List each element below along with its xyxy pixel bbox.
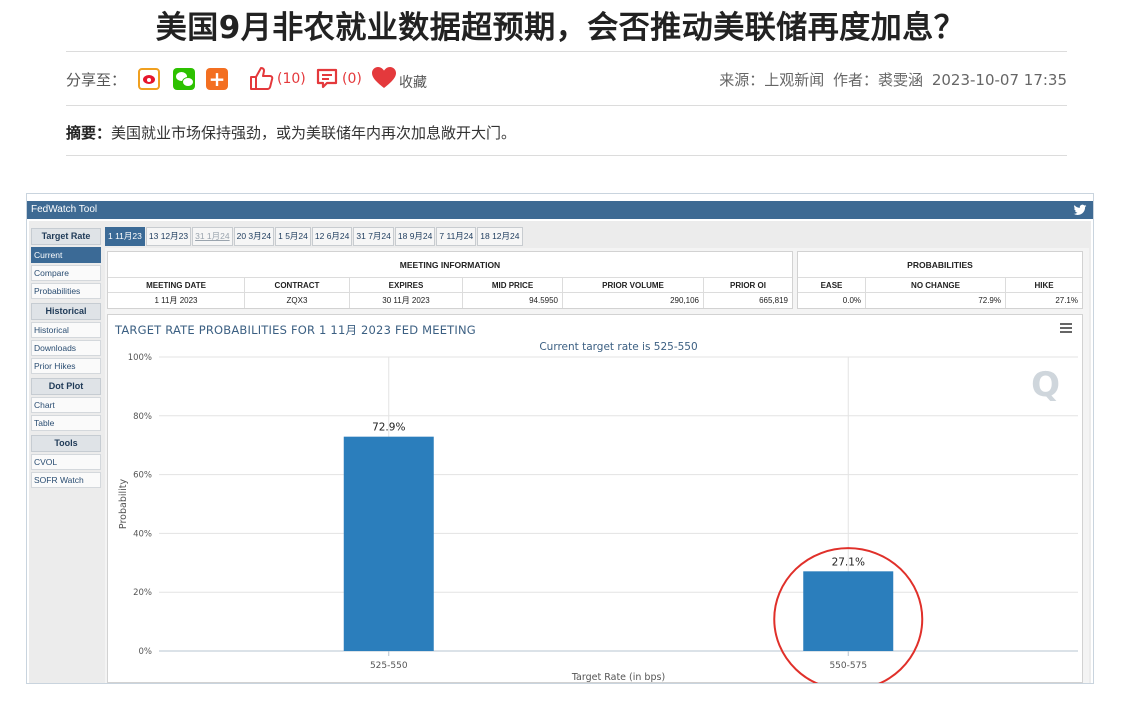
- fedwatch-screenshot: FedWatch Tool Target Rate Current Compar…: [26, 193, 1094, 684]
- tab-meeting[interactable]: 18 9月24: [394, 227, 436, 246]
- mid-price-value: 94.5950: [529, 296, 558, 305]
- favorite-label[interactable]: 收藏: [399, 72, 427, 92]
- like-count: (10): [277, 71, 306, 87]
- fedwatch-sidebar: Target Rate Current Compare Probabilitie…: [31, 228, 101, 490]
- y-tick-label: 100%: [128, 353, 152, 363]
- ease-value: 0.0%: [842, 296, 861, 305]
- sidebar-item-chart[interactable]: Chart: [31, 397, 101, 413]
- more-share-icon[interactable]: +: [206, 68, 228, 90]
- sidebar-item-prior-hikes[interactable]: Prior Hikes: [31, 358, 101, 374]
- chart-title: TARGET RATE PROBABILITIES FOR 1 11月 2023…: [115, 323, 476, 337]
- summary-text: 美国就业市场保持强劲，或为美联储年内再次加息敞开大门。: [111, 124, 517, 142]
- sidebar-heading-target-rate: Target Rate: [31, 228, 101, 245]
- tab-meeting[interactable]: 18 12月24: [477, 227, 523, 246]
- chart-canvas: Current target rate is 525-550 0% 20% 40% 60…: [118, 341, 1078, 683]
- sidebar-item-table[interactable]: Table: [31, 415, 101, 431]
- chart-subtitle: Current target rate is 525-550: [539, 341, 697, 353]
- meeting-information-table: MEETING INFORMATION MEETING DATE 1 11月 20…: [107, 251, 793, 309]
- bar-550-575: [803, 571, 894, 651]
- sidebar-item-downloads[interactable]: Downloads: [31, 340, 101, 356]
- fedwatch-title-bar: FedWatch Tool: [27, 201, 1093, 219]
- sidebar-item-sofr-watch[interactable]: SOFR Watch: [31, 472, 101, 488]
- sidebar-item-historical[interactable]: Historical: [31, 322, 101, 338]
- col-header-prior-oi: PRIOR OI: [704, 278, 792, 293]
- summary-label: 摘要：: [66, 124, 112, 142]
- prior-oi-value: 665,819: [759, 296, 788, 305]
- hike-value: 27.1%: [1055, 296, 1078, 305]
- bar-525-550: [343, 436, 434, 651]
- heart-icon[interactable]: [371, 66, 397, 90]
- contract-value: ZQX3: [286, 296, 308, 305]
- col-header-prior-volume: PRIOR VOLUME: [563, 278, 703, 293]
- probability-chart: Current target rate is 525-550 0% 20% 40% 60…: [107, 314, 1083, 683]
- comment-icon[interactable]: [316, 68, 338, 90]
- y-axis-title: Probability: [118, 479, 129, 530]
- article-title: 美国9月非农就业数据超预期，会否推动美联储再度加息？: [155, 10, 966, 46]
- weibo-share-icon[interactable]: [138, 68, 160, 90]
- sidebar-item-probabilities[interactable]: Probabilities: [31, 283, 101, 299]
- like-icon[interactable]: [248, 66, 274, 92]
- y-tick-label: 20%: [133, 588, 152, 598]
- col-header-mid-price: MID PRICE: [463, 278, 562, 293]
- x-axis-title: Target Rate (in bps): [571, 672, 665, 683]
- sidebar-item-compare[interactable]: Compare: [31, 265, 101, 281]
- prior-volume-value: 290,106: [670, 296, 699, 305]
- summary-divider: [66, 155, 1067, 156]
- meta-divider: [66, 105, 1067, 106]
- y-tick-label: 0%: [139, 647, 153, 657]
- sidebar-item-cvol[interactable]: CVOL: [31, 454, 101, 470]
- x-tick-label: 525-550: [370, 661, 408, 671]
- data-label: 27.1%: [832, 556, 865, 568]
- meeting-information-title: MEETING INFORMATION: [108, 252, 792, 278]
- tab-meeting[interactable]: 31 7月24: [353, 227, 394, 246]
- sidebar-heading-historical: Historical: [31, 303, 101, 320]
- probabilities-table: PROBABILITIES EASE 0.0% NO CHANGE 72.9% HI…: [797, 251, 1083, 309]
- publish-datetime: 2023-10-07 17:35: [931, 71, 1067, 89]
- share-row: 分享至： + (10) (0) 收藏 来源：上观新闻 作者：裘雯涵 2023-1…: [66, 64, 1067, 96]
- meeting-tabs: 1 11月23 13 12月23 31 1月24 20 3月24 1 5月24 …: [105, 227, 524, 247]
- author: 作者：裘雯涵: [833, 71, 924, 89]
- no-change-value: 72.9%: [978, 296, 1001, 305]
- probabilities-title: PROBABILITIES: [798, 252, 1082, 278]
- data-label: 72.9%: [372, 422, 405, 434]
- col-header-hike: HIKE: [1006, 278, 1082, 293]
- tab-meeting[interactable]: 7 11月24: [436, 227, 477, 246]
- share-label: 分享至：: [66, 71, 127, 89]
- col-header-expires: EXPIRES: [350, 278, 462, 293]
- col-header-no-change: NO CHANGE: [866, 278, 1005, 293]
- col-header-meeting-date: MEETING DATE: [108, 278, 244, 293]
- fedwatch-main: MEETING INFORMATION MEETING DATE 1 11月 20…: [105, 248, 1089, 683]
- quikstrike-watermark-logo: Q: [1031, 365, 1060, 405]
- y-tick-label: 40%: [133, 529, 152, 539]
- expires-value: 30 11月 2023: [382, 296, 430, 305]
- tab-meeting[interactable]: 1 11月23: [105, 227, 145, 246]
- wechat-share-icon[interactable]: [173, 68, 195, 90]
- meeting-date-value: 1 11月 2023: [154, 296, 198, 305]
- source: 来源：上观新闻: [719, 71, 825, 89]
- fedwatch-app-title: FedWatch Tool: [31, 204, 98, 215]
- article-meta: 来源：上观新闻 作者：裘雯涵 2023-10-07 17:35: [715, 69, 1067, 90]
- sidebar-heading-tools: Tools: [31, 435, 101, 452]
- x-tick-label: 550-575: [829, 661, 867, 671]
- tab-meeting[interactable]: 1 5月24: [275, 227, 311, 246]
- col-header-contract: CONTRACT: [245, 278, 349, 293]
- chart-menu-icon[interactable]: [1060, 323, 1072, 333]
- twitter-icon[interactable]: [1073, 203, 1087, 217]
- comment-count: (0): [342, 71, 362, 87]
- col-header-ease: EASE: [798, 278, 865, 293]
- tab-meeting[interactable]: 12 6月24: [311, 227, 353, 246]
- y-tick-label: 80%: [133, 412, 152, 422]
- title-divider: [66, 51, 1067, 52]
- sidebar-item-current[interactable]: Current: [31, 247, 101, 263]
- y-tick-label: 60%: [133, 471, 152, 481]
- sidebar-heading-dot-plot: Dot Plot: [31, 378, 101, 395]
- tab-meeting[interactable]: 31 1月24: [192, 227, 233, 246]
- article-summary: 摘要：美国就业市场保持强劲，或为美联储年内再次加息敞开大门。: [66, 122, 516, 143]
- tab-meeting[interactable]: 20 3月24: [233, 227, 275, 246]
- tab-meeting[interactable]: 13 12月23: [145, 227, 192, 246]
